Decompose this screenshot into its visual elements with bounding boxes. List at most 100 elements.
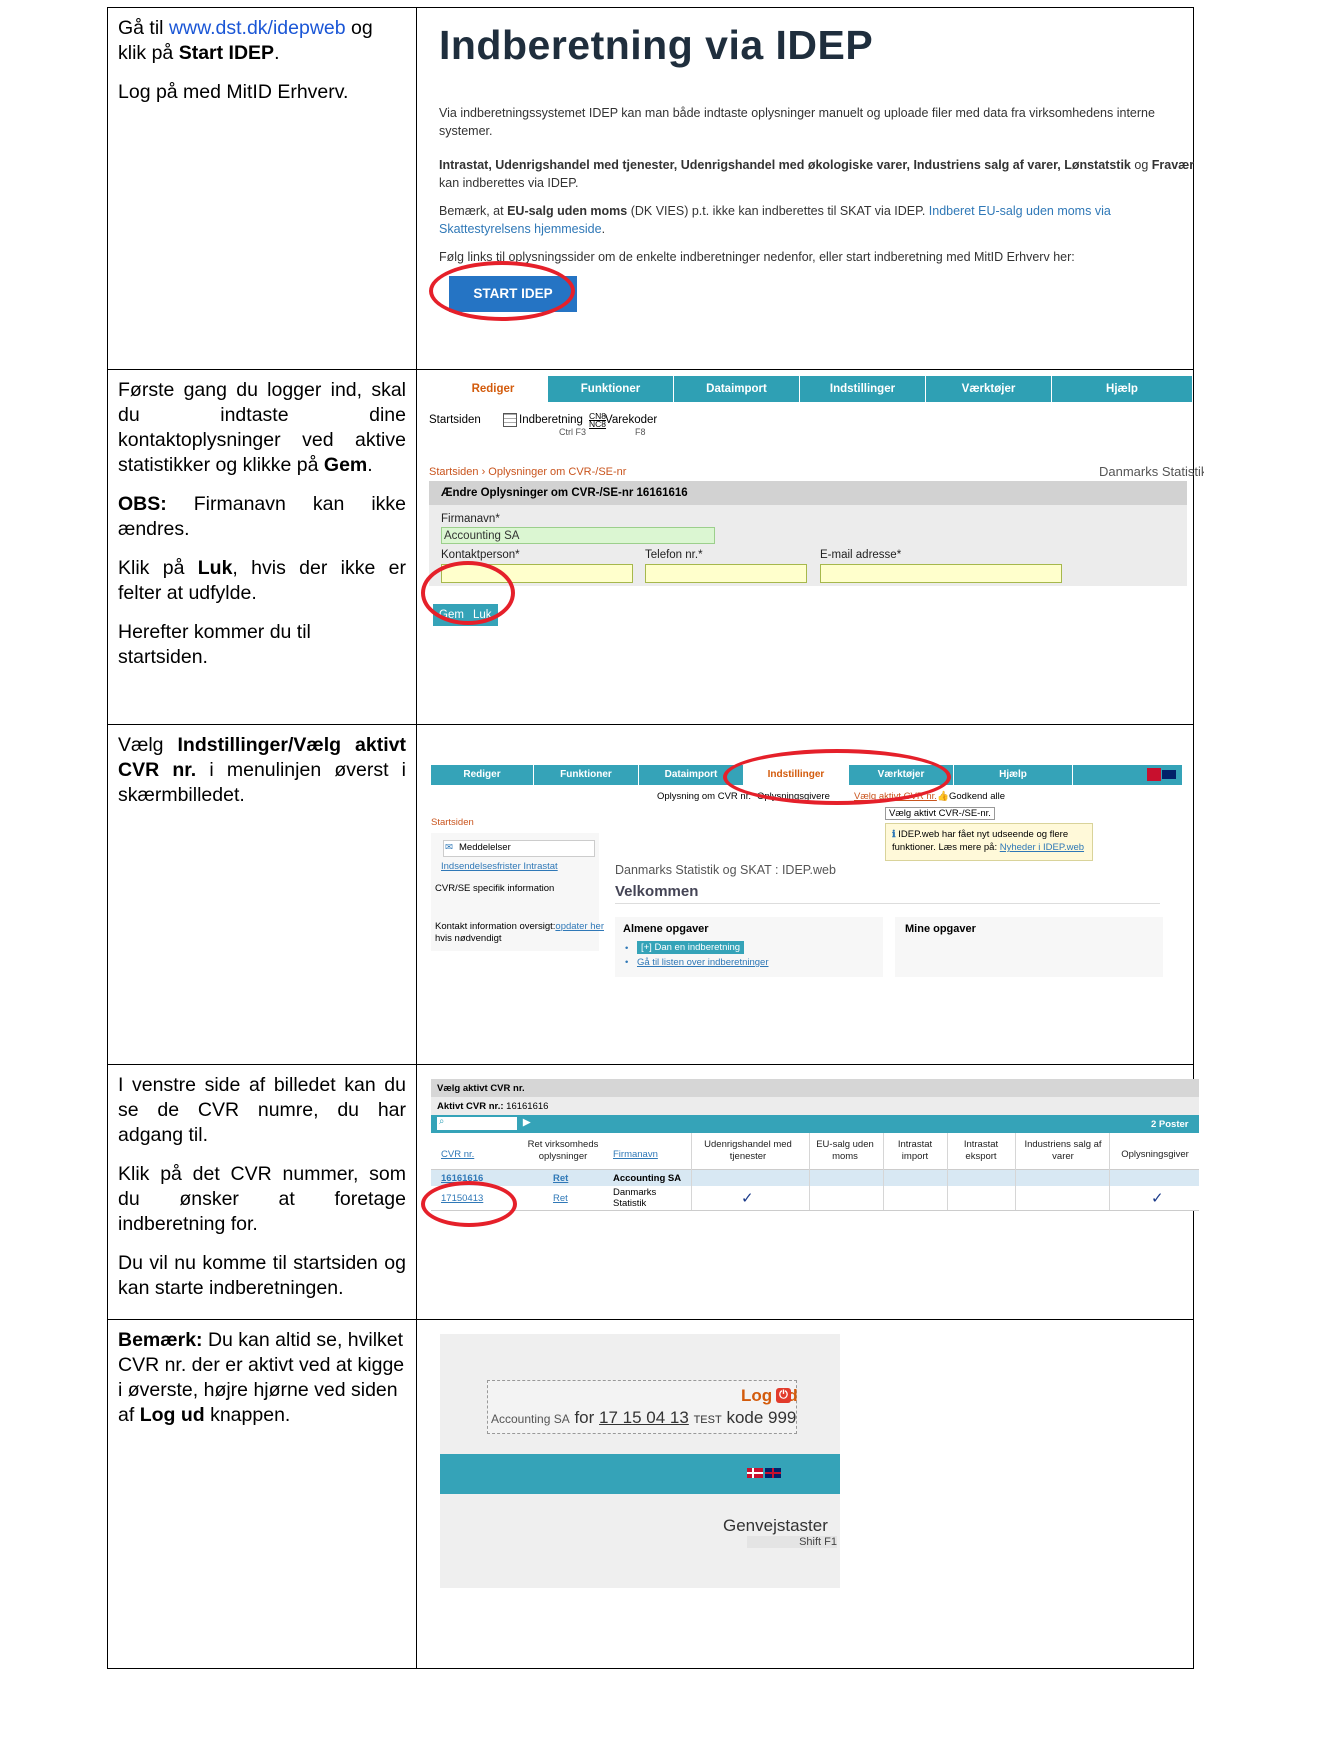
breadcrumb[interactable]: Startsiden › Oplysninger om CVR-/SE-nr <box>429 466 626 478</box>
header-firmanavn[interactable]: Firmanavn <box>613 1149 658 1161</box>
bullet: • <box>625 957 629 968</box>
links-paragraph: Følg links til oplysningssider om de enk… <box>439 250 1075 264</box>
kontakt-info: Kontakt information oversigt:opdater her… <box>435 921 604 944</box>
step-row-5: Bemærk: Du kan altid se, hvilket CVR nr.… <box>107 1319 1194 1669</box>
table-row[interactable] <box>431 1186 1199 1211</box>
bullet: • <box>625 943 629 954</box>
table-row[interactable] <box>431 1170 1199 1186</box>
row-ret-link[interactable]: Ret <box>553 1193 568 1204</box>
toolbar-indberetning-shortcut: Ctrl F3 <box>559 427 586 437</box>
cvr-info-label: CVR/SE specifik information <box>435 883 555 894</box>
row-firma: Danmarks Statistik <box>613 1187 657 1209</box>
thumb-icon: 👍 <box>937 791 949 802</box>
tab-rediger[interactable]: Rediger <box>439 376 548 402</box>
aktiv-cvr: Aktivt CVR nr.: 16161616 <box>437 1101 549 1112</box>
genvej-shortcut: Shift F1 <box>747 1536 837 1548</box>
frister-link[interactable]: Indsendelsesfrister Intrastat <box>441 861 558 872</box>
highlight-ring <box>421 1181 517 1227</box>
power-icon[interactable]: ⏻ <box>776 1388 791 1403</box>
tab-rediger[interactable]: Rediger <box>431 765 534 785</box>
dan-indberetning-button[interactable]: [+] Dan en indberetning <box>637 941 745 954</box>
opdater-link[interactable]: opdater her <box>555 921 604 932</box>
step-2-text: Første gang du logger ind, skal du indta… <box>107 369 417 725</box>
velkommen-heading: Velkommen <box>615 883 699 900</box>
arrow-right-icon[interactable]: ▶ <box>523 1117 530 1128</box>
divider <box>947 1133 948 1210</box>
genvej-label[interactable]: Genvejstaster <box>723 1516 828 1536</box>
submenu-oplysning[interactable]: Oplysning om CVR nr. <box>657 791 751 802</box>
header-cvr[interactable]: CVR nr. <box>441 1149 474 1161</box>
step-4-screenshot: Vælg aktivt CVR nr. Aktivt CVR nr.: 1616… <box>416 1064 1199 1320</box>
toolbar-varekoder[interactable]: Varekoder <box>605 414 657 426</box>
step-3-text: Vælg Indstillinger/Vælg aktivt CVR nr. i… <box>107 724 417 1065</box>
intro-paragraph: Via indberetningssystemet IDEP kan man b… <box>439 106 1155 138</box>
email-label: E-mail adresse* <box>820 549 902 561</box>
firmanavn-label: Firmanavn* <box>441 513 500 525</box>
header-intrastat-eksport: Intrastat eksport <box>963 1139 999 1162</box>
divider <box>883 1133 884 1210</box>
cvr-header-bar <box>431 1079 1199 1097</box>
step-4-text: I venstre side af billedet kan du se de … <box>107 1064 417 1320</box>
app-title: Danmarks Statistik og SKAT : IDEP.web <box>615 863 836 877</box>
tab-hjaelp[interactable]: Hjælp <box>1052 376 1193 402</box>
nyheder-link[interactable]: Nyheder i IDEP.web <box>1000 842 1084 853</box>
check-icon: ✓ <box>1151 1190 1164 1207</box>
mine-heading: Mine opgaver <box>905 923 976 935</box>
active-cvr-info: Accounting SA for 17 15 04 13 TEST kode … <box>491 1408 797 1427</box>
idepweb-link[interactable]: www.dst.dk/idepweb <box>169 17 346 39</box>
divider <box>1015 1133 1016 1210</box>
divider <box>809 1133 810 1210</box>
highlight-ring <box>723 749 951 805</box>
menu-tabs: Rediger Funktioner Dataimport Indstillin… <box>439 376 1193 402</box>
danish-flag-icon[interactable] <box>747 1468 763 1478</box>
info-tooltip: ℹ IDEP.web har fået nyt udseende og fler… <box>885 823 1093 861</box>
tab-dataimport[interactable]: Dataimport <box>674 376 800 402</box>
tab-funktioner[interactable]: Funktioner <box>548 376 674 402</box>
header-udenrigshandel: Udenrigshandel med tjenester <box>704 1139 792 1162</box>
almene-heading: Almene opgaver <box>623 923 709 935</box>
header-intrastat-import: Intrastat import <box>897 1139 933 1162</box>
form-title: Ændre Oplysninger om CVR-/SE-nr 16161616 <box>429 481 1187 505</box>
tab-funktioner[interactable]: Funktioner <box>534 765 639 785</box>
divider <box>1109 1133 1110 1210</box>
step-1-screenshot: Indberetning via IDEP Via indberetningss… <box>416 7 1194 370</box>
step-5-screenshot: Log ud ⏻ Accounting SA for 17 15 04 13 T… <box>416 1319 1194 1669</box>
toolbar-indberetning[interactable]: Indberetning <box>519 414 583 426</box>
uk-flag-icon[interactable] <box>765 1468 781 1478</box>
grid-icon <box>503 413 517 427</box>
telefon-field[interactable] <box>645 564 807 583</box>
gaa-til-link[interactable]: Gå til listen over indberetninger <box>637 957 769 968</box>
divider <box>615 903 1160 904</box>
telefon-label: Telefon nr.* <box>645 549 703 561</box>
row-firma: Accounting SA <box>613 1173 682 1184</box>
search-input[interactable] <box>437 1117 517 1130</box>
highlight-ring <box>421 561 515 625</box>
email-field[interactable] <box>820 564 1062 583</box>
record-count: 2 Poster <box>1151 1119 1189 1130</box>
header-industriens: Industriens salg af varer <box>1024 1139 1102 1162</box>
search-icon: ⌕ <box>439 1116 445 1127</box>
step-1-text: Gå til www.dst.dk/idepweb og klik på Sta… <box>107 7 417 370</box>
header-ret: Ret virksomheds oplysninger <box>527 1139 599 1162</box>
tab-vaerktoejer[interactable]: Værktøjer <box>926 376 1052 402</box>
breadcrumb[interactable]: Startsiden <box>431 817 474 828</box>
step-2-screenshot: Rediger Funktioner Dataimport Indstillin… <box>416 369 1204 725</box>
tab-hjaelp[interactable]: Hjælp <box>954 765 1073 785</box>
highlight-ring <box>429 261 575 321</box>
cvr-title: Vælg aktivt CVR nr. <box>437 1083 525 1094</box>
mail-icon: ✉ <box>445 842 453 853</box>
header-oplysningsgiver: Oplysningsgiver <box>1121 1149 1189 1160</box>
tab-indstillinger[interactable]: Indstillinger <box>800 376 926 402</box>
submenu-godkend-alle[interactable]: Godkend alle <box>949 791 1005 802</box>
cvr-link[interactable]: 17 15 04 13 <box>599 1408 689 1427</box>
row-ret-link[interactable]: Ret <box>553 1173 568 1184</box>
cn8-icon: CN8 NC8 <box>589 411 607 429</box>
toolbar-startsiden[interactable]: Startsiden <box>429 414 481 426</box>
step-row-2: Første gang du logger ind, skal du indta… <box>107 369 1204 725</box>
eu-sales-paragraph: Bemærk, at EU-salg uden moms (DK VIES) p… <box>439 204 1111 236</box>
search-bar <box>431 1115 1199 1133</box>
firmanavn-field: Accounting SA <box>441 527 715 544</box>
step-row-4: I venstre side af billedet kan du se de … <box>107 1064 1199 1320</box>
step-row-3: Vælg Indstillinger/Vælg aktivt CVR nr. i… <box>107 724 1194 1065</box>
language-flags[interactable] <box>1073 765 1183 785</box>
